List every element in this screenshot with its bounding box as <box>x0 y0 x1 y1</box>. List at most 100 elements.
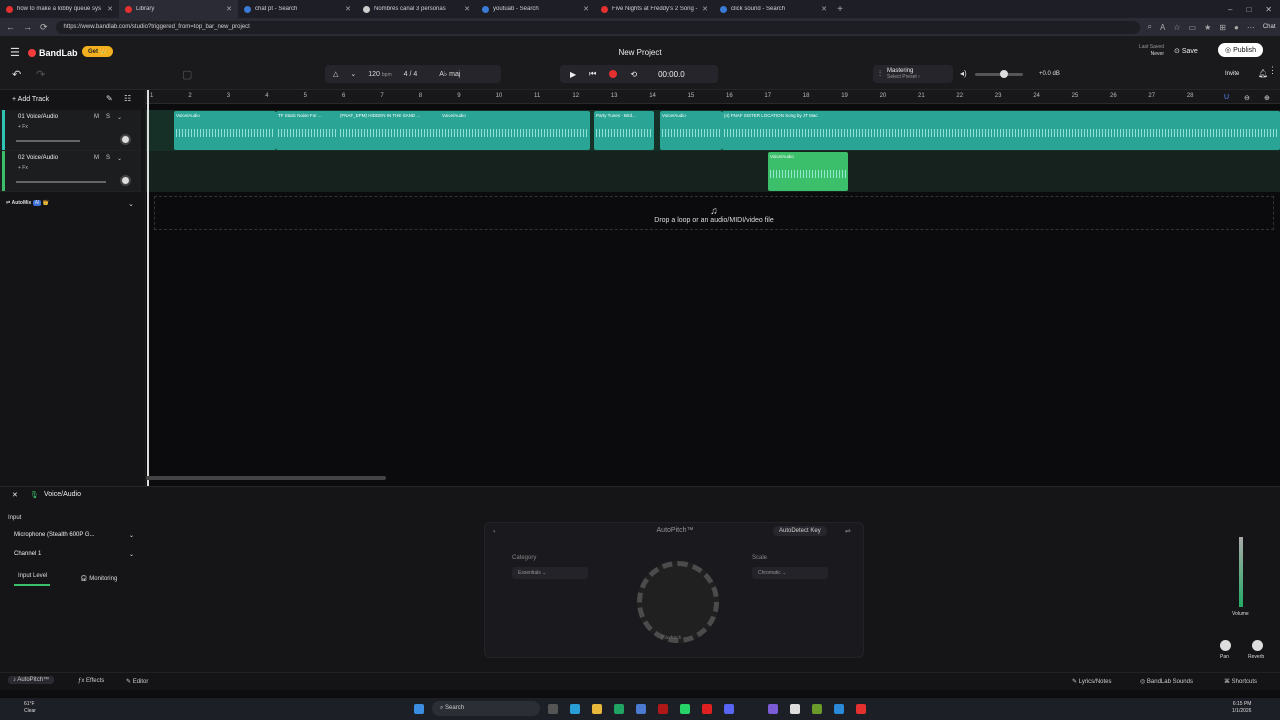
loop-icon[interactable]: ⟲ <box>630 70 637 79</box>
track-header-2[interactable]: 02 Voice/Audio + Fx M S ⌄ <box>0 151 141 192</box>
shortcuts-button[interactable]: ⌘ Shortcuts <box>1224 678 1257 685</box>
save-button[interactable]: ⊙ Save <box>1170 44 1202 58</box>
favorite-icon[interactable]: ☆ <box>1173 23 1180 32</box>
url-field[interactable]: https://www.bandlab.com/studio?triggered… <box>55 20 1140 34</box>
lyrics-notes-button[interactable]: ✎ Lyrics/Notes <box>1072 678 1112 685</box>
invite-button[interactable]: Invite <box>1225 71 1239 77</box>
tab-close-icon[interactable]: ✕ <box>821 5 827 13</box>
tab-close-icon[interactable]: ✕ <box>107 5 113 13</box>
editor-tab[interactable]: ✎ Editor <box>126 678 148 685</box>
scale-select[interactable]: Chromatic ⌄ <box>752 567 828 579</box>
mute-button[interactable]: M <box>94 155 99 162</box>
drop-zone[interactable]: ♫ Drop a loop or an audio/MIDI/video fil… <box>154 196 1274 230</box>
forward-icon[interactable]: → <box>23 22 32 32</box>
clock[interactable]: 6:15 PM 1/1/2026 <box>1232 701 1251 715</box>
reverb-knob[interactable] <box>1252 640 1263 651</box>
bandlab-taskbar-icon[interactable] <box>856 704 866 714</box>
project-title[interactable]: New Project <box>0 48 1280 57</box>
track-name[interactable]: 01 Voice/Audio <box>18 114 58 120</box>
publish-button[interactable]: ◎ Publish <box>1218 43 1264 57</box>
minecraft-icon[interactable] <box>812 704 822 714</box>
category-select[interactable]: Essentials ⌄ <box>512 567 588 579</box>
monitoring-button[interactable]: 🎧︎ Monitoring <box>80 575 117 582</box>
new-tab-button[interactable]: + <box>833 4 847 15</box>
bpm-field[interactable]: 120 bpm <box>368 71 391 78</box>
track-volume-slider[interactable] <box>16 140 80 142</box>
track-lane-2[interactable]: Voice/Audio <box>146 151 1280 192</box>
browser-tab[interactable]: Five Nights at Freddy's 2 Song - 'I ✕ <box>595 0 714 18</box>
minimize-icon[interactable]: – <box>1228 5 1232 14</box>
edge-icon[interactable] <box>570 704 580 714</box>
track-volume-slider[interactable] <box>16 181 106 183</box>
undo-icon[interactable]: ↶ <box>12 68 21 81</box>
youtube-icon[interactable] <box>702 704 712 714</box>
key-field[interactable]: A♭ maj <box>439 70 460 78</box>
tab-close-icon[interactable]: ✕ <box>583 5 589 13</box>
channel-select[interactable]: Channel 1 ⌄ <box>14 551 134 558</box>
profile-icon[interactable]: ● <box>1234 23 1239 32</box>
autodetect-key-button[interactable]: AutoDetect Key <box>773 526 827 536</box>
track-lane-1[interactable]: Voice/Audio TF Static Noise For ... (FNAF_… <box>146 110 1280 151</box>
menu-dots-icon[interactable]: ⋯ <box>1247 23 1255 32</box>
browser-tab[interactable]: click sound - Search ✕ <box>714 0 833 18</box>
app3-icon[interactable] <box>790 704 800 714</box>
discord-icon[interactable] <box>724 704 734 714</box>
split-screen-icon[interactable]: ▭ <box>1189 23 1197 32</box>
browser-tab[interactable]: how to make a lobby queue sys ✕ <box>0 0 119 18</box>
weather-widget[interactable]: 61°F Clear <box>24 701 36 715</box>
zoom-icon[interactable]: ⌕ <box>1148 22 1152 32</box>
track-menu-icon[interactable]: ⌄ <box>117 155 122 162</box>
maximize-icon[interactable]: □ <box>1246 5 1251 14</box>
notification-bell-icon[interactable]: 🔔︎ <box>1258 69 1268 78</box>
tools-icon[interactable]: ✎ <box>106 94 113 103</box>
pan-knob[interactable] <box>120 134 131 145</box>
track-header-1[interactable]: 01 Voice/Audio + Fx M S ⌄ <box>0 110 141 151</box>
pan-knob-main[interactable] <box>1220 640 1231 651</box>
skip-back-icon[interactable]: ⏮ <box>589 69 596 79</box>
metronome-dropdown-icon[interactable]: ⌄ <box>350 70 356 78</box>
timeline[interactable]: 1 2 3 4 5 6 7 8 9 10 11 12 13 14 15 16 17 18 19 20 21 22 23 24 2… <box>146 90 1280 486</box>
audio-clip[interactable]: Voice/Audio <box>174 111 276 150</box>
zoom-out-icon[interactable]: ⊖ <box>1244 94 1250 102</box>
add-track-button[interactable]: + Add Track <box>12 96 49 103</box>
tab-close-icon[interactable]: ✕ <box>702 5 708 13</box>
horizontal-scrollbar[interactable] <box>146 476 386 480</box>
store-icon[interactable] <box>636 704 646 714</box>
add-fx-button[interactable]: + Fx <box>18 124 28 130</box>
collections-icon[interactable]: ⊞ <box>1219 23 1226 32</box>
refresh-icon[interactable]: ⟳ <box>40 22 48 33</box>
close-panel-icon[interactable]: ✕ <box>12 491 18 499</box>
tab-close-icon[interactable]: ✕ <box>345 5 351 13</box>
timeline-ruler[interactable]: 1 2 3 4 5 6 7 8 9 10 11 12 13 14 15 16 17 18 19 20 21 22 23 24 2… <box>146 90 1280 104</box>
redo-icon[interactable]: ↷ <box>36 68 45 81</box>
add-fx-button[interactable]: + Fx <box>18 165 28 171</box>
audio-clip[interactable]: Voice/Audio <box>440 111 590 150</box>
audio-clip[interactable]: Voice/Audio <box>768 152 848 191</box>
mute-button[interactable]: M <box>94 114 99 121</box>
mastering-button[interactable]: ⫶ Mastering Select Preset › <box>873 65 953 83</box>
play-icon[interactable]: ▶ <box>570 70 576 79</box>
zoom-in-icon[interactable]: ⊕ <box>1264 94 1270 102</box>
favorites-icon[interactable]: ★ <box>1204 23 1211 32</box>
autopitch-tab[interactable]: ♪ AutoPitch™ <box>8 676 55 684</box>
audio-clip[interactable]: Voice/Audio <box>660 111 722 150</box>
taskbar-search[interactable]: ⌕ Search <box>432 701 540 716</box>
solo-button[interactable]: S <box>106 155 110 162</box>
track-name[interactable]: 02 Voice/Audio <box>18 155 58 161</box>
whatsapp-icon[interactable] <box>680 704 690 714</box>
audio-clip[interactable]: (4) FNAF SISTER LOCATION Song by JT Mac <box>722 111 1280 150</box>
chrome-icon[interactable] <box>614 704 624 714</box>
metronome-icon[interactable]: △ <box>333 70 338 78</box>
solo-button[interactable]: S <box>106 114 110 121</box>
automix-expand-icon[interactable]: ⌄ <box>128 200 134 208</box>
read-aloud-icon[interactable]: A <box>1160 23 1165 32</box>
bandlab-sounds-button[interactable]: ◎ BandLab Sounds <box>1140 678 1193 685</box>
tab-close-icon[interactable]: ✕ <box>226 5 232 13</box>
volume-meter[interactable] <box>1239 537 1243 607</box>
task-view-icon[interactable] <box>548 704 558 714</box>
track-settings-icon[interactable]: ☷ <box>124 94 131 103</box>
automix-row[interactable]: ⇄ AutoMix AI 👑 <box>6 200 49 206</box>
browser-tab[interactable]: chat pt - Search ✕ <box>238 0 357 18</box>
tab-close-icon[interactable]: ✕ <box>464 5 470 13</box>
autopitch-settings-icon[interactable]: ⇌ <box>845 527 851 535</box>
